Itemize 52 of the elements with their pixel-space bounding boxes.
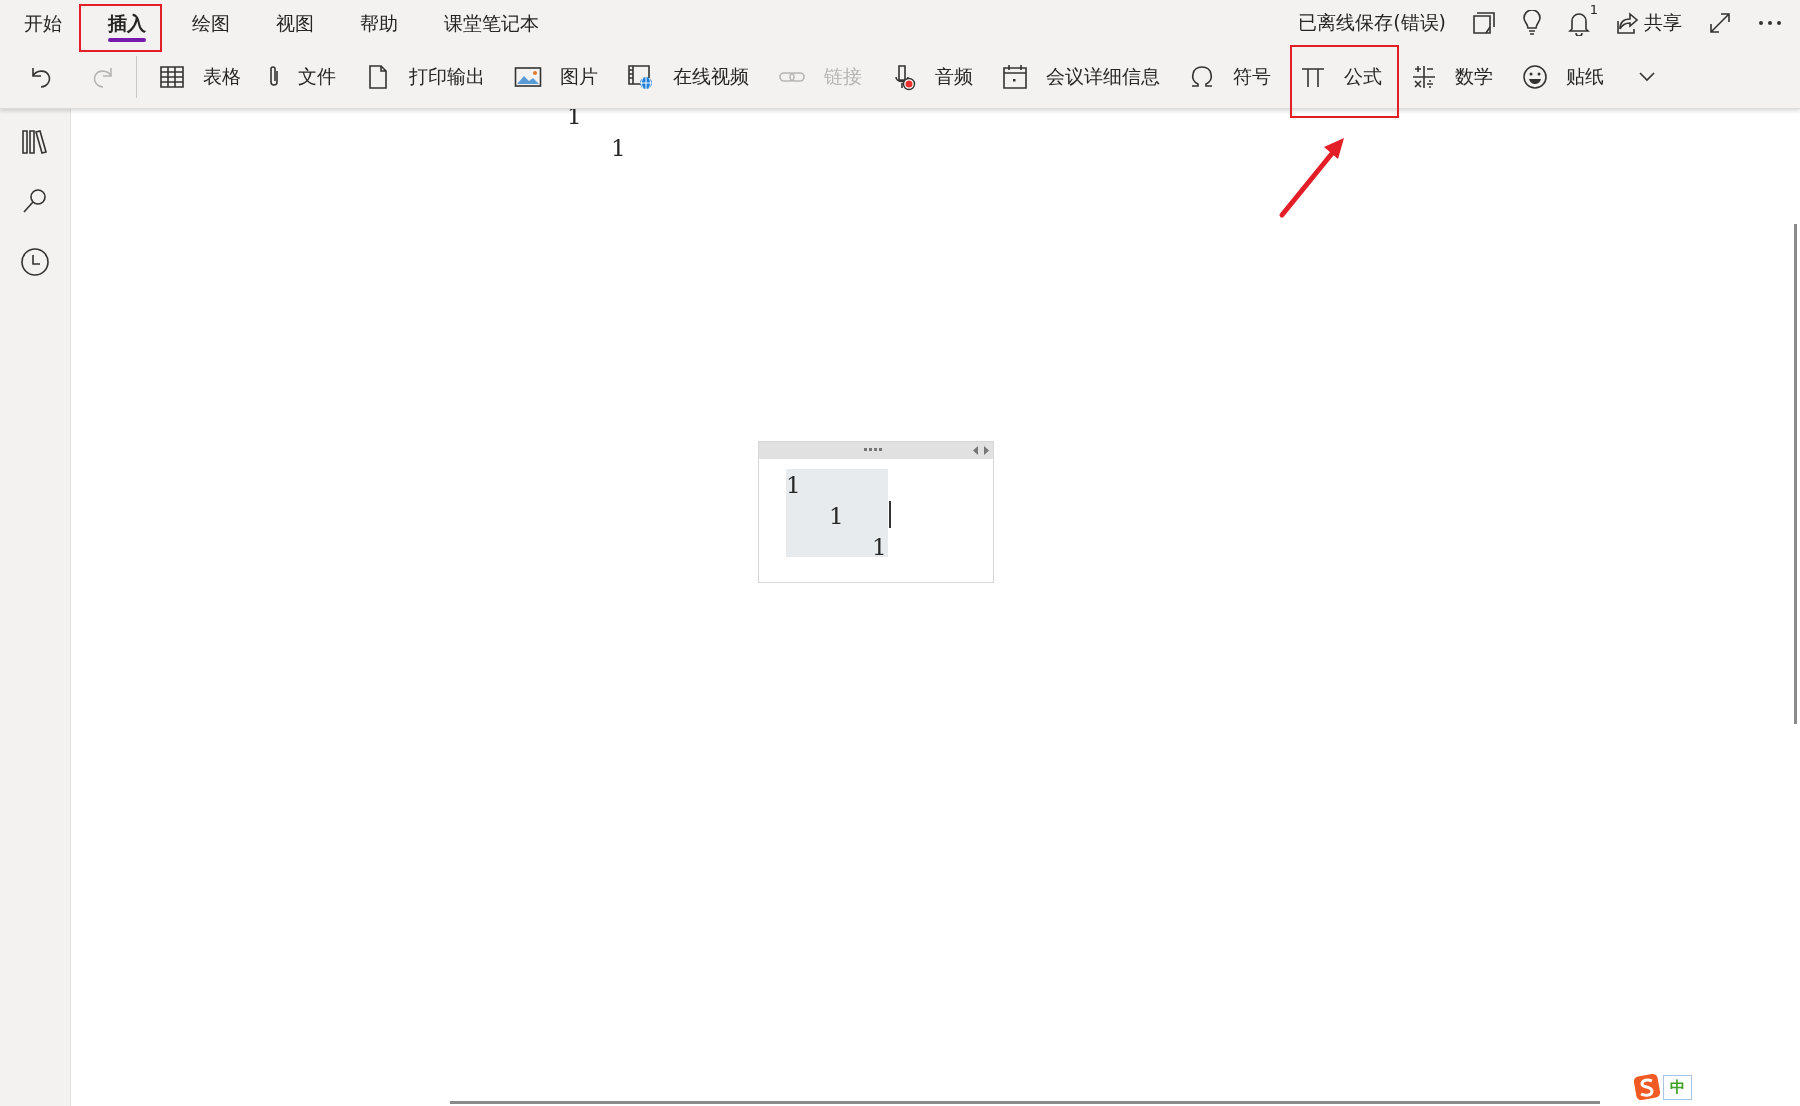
toolbar-button[interactable]: 打印输出 xyxy=(357,58,493,96)
ime-logo-icon[interactable] xyxy=(1632,1072,1662,1102)
notebook-icon[interactable] xyxy=(1472,11,1496,35)
menu-tab[interactable]: 帮助 xyxy=(340,4,418,42)
lightbulb-icon[interactable] xyxy=(1522,10,1542,36)
notification-count: 1 xyxy=(1589,2,1598,17)
share-icon xyxy=(1616,11,1640,35)
operators-icon xyxy=(1411,64,1437,90)
equation-text: 1 xyxy=(872,534,887,560)
resize-arrows-icon[interactable] xyxy=(972,445,990,456)
sync-status: 已离线保存(错误) xyxy=(1298,10,1446,35)
share-button[interactable]: 共享 xyxy=(1616,10,1682,36)
smiley-icon xyxy=(1522,64,1548,90)
clock-icon xyxy=(20,247,50,277)
recent-button[interactable] xyxy=(20,247,50,277)
calendar-icon xyxy=(1002,64,1028,90)
expand-icon[interactable] xyxy=(1708,11,1732,35)
menu-tab[interactable]: 开始 xyxy=(4,4,82,42)
toolbar-button[interactable]: 表格 xyxy=(151,58,249,96)
bell-icon[interactable] xyxy=(1568,10,1590,36)
books-icon xyxy=(21,129,49,155)
toolbar-button[interactable]: 公式 xyxy=(1292,58,1390,96)
chevron-down-icon xyxy=(1637,71,1657,83)
menu-tab[interactable]: 绘图 xyxy=(172,4,250,42)
equation-text: 1 xyxy=(829,503,844,529)
notebooks-button[interactable] xyxy=(21,129,49,155)
text-cursor xyxy=(889,501,891,528)
toolbar-button[interactable]: 会议详细信息 xyxy=(994,58,1168,96)
toolbar-button[interactable]: 图片 xyxy=(506,58,606,96)
toolbar-button[interactable]: 文件 xyxy=(262,58,344,96)
more-icon[interactable] xyxy=(1758,19,1782,27)
omega-icon xyxy=(1189,64,1215,90)
search-icon xyxy=(21,187,49,215)
video-globe-icon xyxy=(627,63,655,91)
page-text: 1 xyxy=(611,135,626,161)
toolbar-button[interactable]: 在线视频 xyxy=(619,57,757,97)
drag-handle-icon[interactable] xyxy=(864,448,882,451)
menu-tab[interactable]: 课堂笔记本 xyxy=(424,4,559,42)
image-icon xyxy=(514,64,542,90)
menu-tab[interactable]: 插入 xyxy=(88,4,166,42)
menu-tab[interactable]: 视图 xyxy=(256,4,334,42)
equation-text: 1 xyxy=(786,472,801,498)
paperclip-icon xyxy=(270,65,280,89)
toolbar-button[interactable]: 数学 xyxy=(1403,58,1501,96)
toolbar-button[interactable]: 贴纸 xyxy=(1514,58,1612,96)
horizontal-scrollbar[interactable] xyxy=(450,1101,1600,1104)
math-container[interactable]: 1 1 1 xyxy=(758,441,994,583)
toolbar-button[interactable]: 符号 xyxy=(1181,58,1279,96)
search-button[interactable] xyxy=(21,187,49,215)
toolbar-button[interactable]: 音频 xyxy=(883,57,981,97)
table-icon xyxy=(159,64,185,90)
vertical-scrollbar[interactable] xyxy=(1794,224,1797,724)
